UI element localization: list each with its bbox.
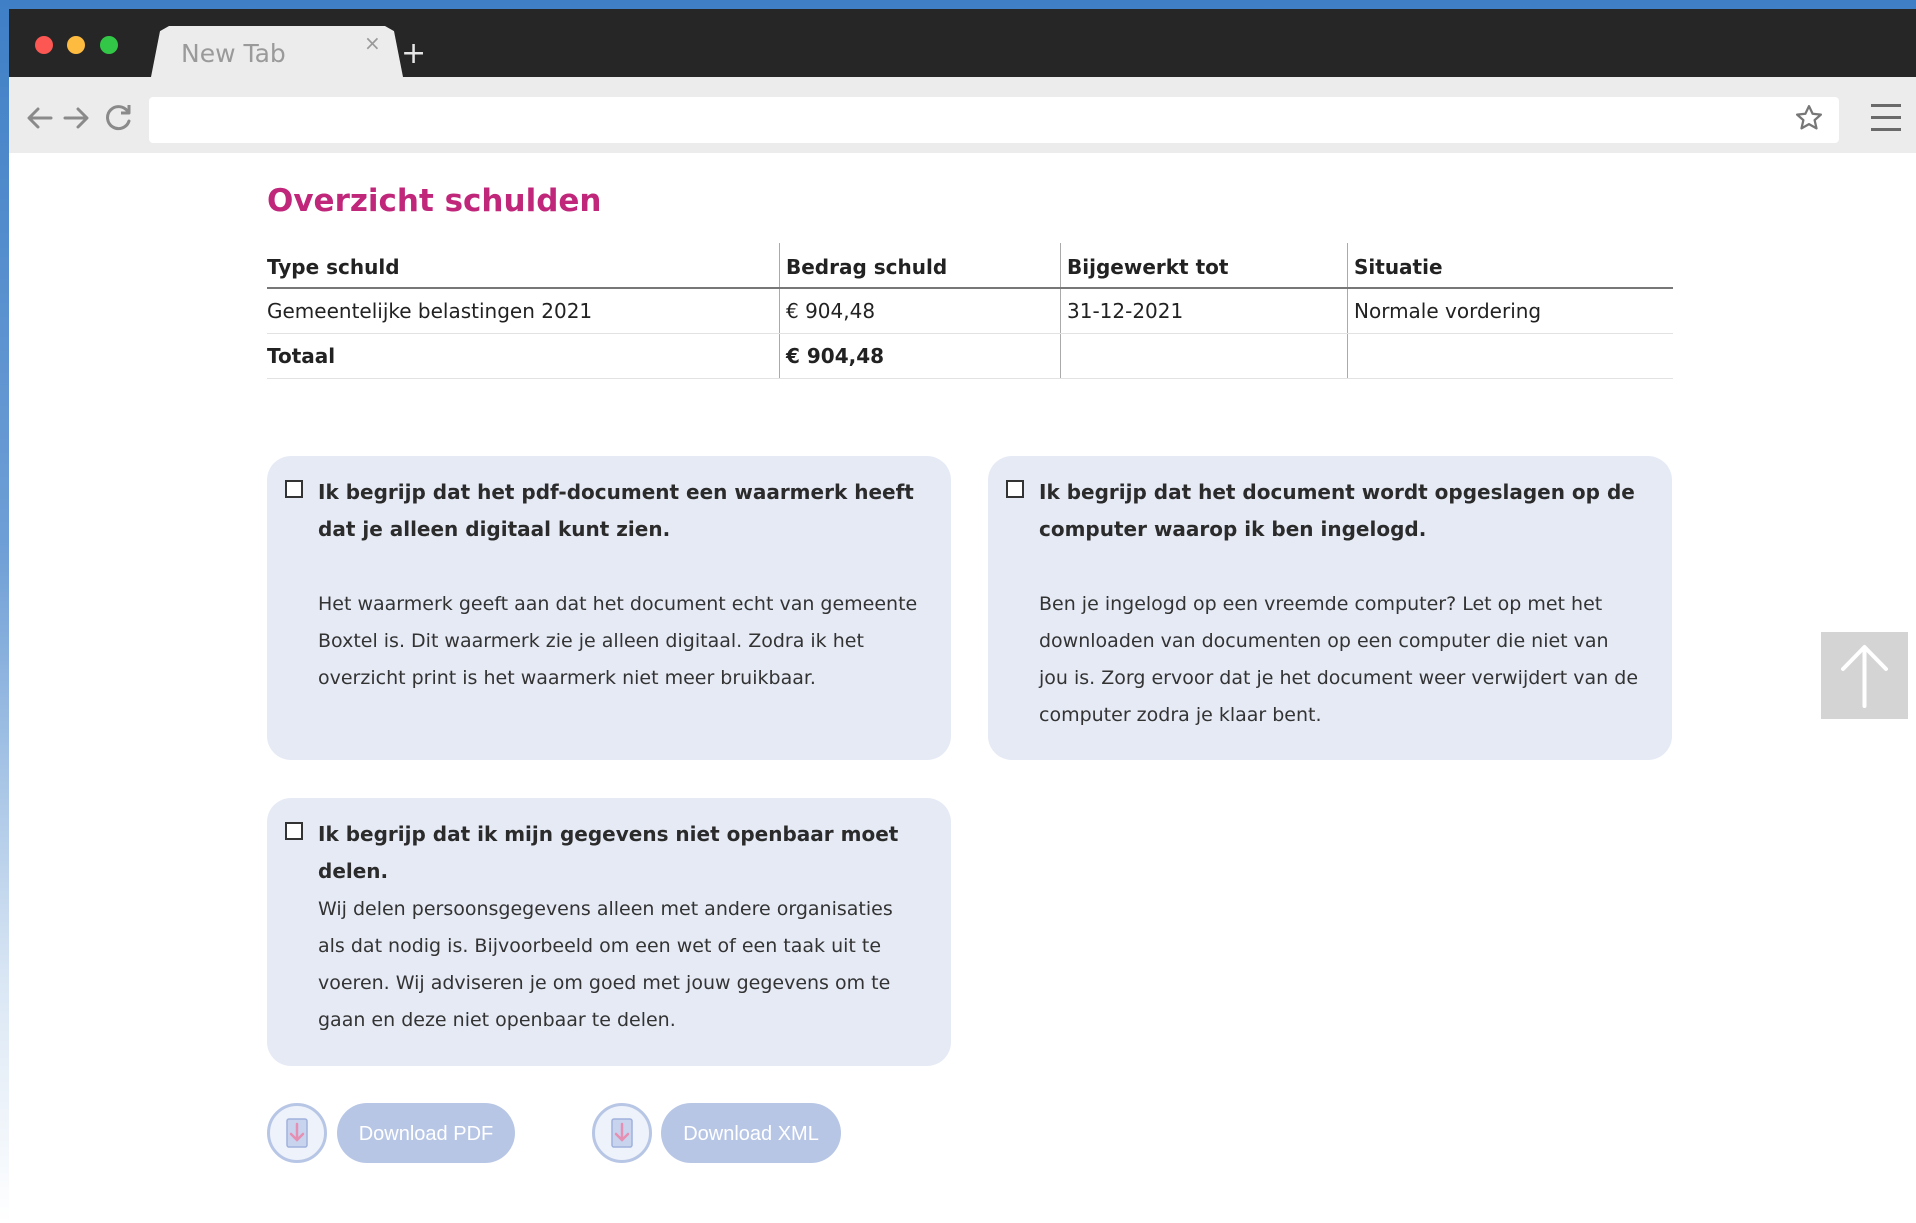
consent-checkbox-storage[interactable] xyxy=(1006,480,1024,498)
back-arrow-icon[interactable] xyxy=(23,101,57,135)
consent-heading: Ik begrijp dat het pdf-document een waar… xyxy=(318,480,914,541)
table-row: Gemeentelijke belastingen 2021 € 904,48 … xyxy=(267,288,1673,334)
consent-checkbox-watermark[interactable] xyxy=(285,480,303,498)
address-bar[interactable] xyxy=(149,97,1839,143)
download-pdf-button[interactable]: Download PDF xyxy=(337,1103,515,1163)
minimize-window-button[interactable] xyxy=(67,36,85,54)
consent-description: Wij delen persoonsgegevens alleen met an… xyxy=(318,898,893,1031)
close-window-button[interactable] xyxy=(35,36,53,54)
tab-close-icon[interactable]: × xyxy=(364,31,381,55)
consent-card-storage: Ik begrijp dat het document wordt opgesl… xyxy=(988,456,1672,760)
consent-card-privacy: Ik begrijp dat ik mijn gegevens niet ope… xyxy=(267,798,951,1066)
tab-bar: New Tab × + xyxy=(9,9,1916,77)
bookmark-star-icon[interactable] xyxy=(1794,103,1824,133)
maximize-window-button[interactable] xyxy=(100,36,118,54)
total-situation xyxy=(1347,333,1673,379)
total-label: Totaal xyxy=(267,333,780,379)
consent-heading: Ik begrijp dat het document wordt opgesl… xyxy=(1039,480,1635,541)
page-content: Overzicht schulden Type schuld Bedrag sc… xyxy=(9,153,1916,1223)
tab-title: New Tab xyxy=(181,39,286,68)
cell-updated: 31-12-2021 xyxy=(1060,288,1348,334)
col-header-updated: Bijgewerkt tot xyxy=(1060,243,1348,289)
scroll-to-top-button[interactable] xyxy=(1821,632,1908,719)
col-header-amount: Bedrag schuld xyxy=(779,243,1061,289)
total-amount: € 904,48 xyxy=(779,333,1061,379)
table-header-row: Type schuld Bedrag schuld Bijgewerkt tot… xyxy=(267,243,1673,289)
reload-icon[interactable] xyxy=(102,101,136,135)
total-updated xyxy=(1060,333,1348,379)
cell-situation: Normale vordering xyxy=(1347,288,1673,334)
cell-type: Gemeentelijke belastingen 2021 xyxy=(267,288,780,334)
consent-heading: Ik begrijp dat ik mijn gegevens niet ope… xyxy=(318,822,899,883)
download-xml-button[interactable]: Download XML xyxy=(661,1103,841,1163)
arrow-up-icon xyxy=(1841,645,1888,708)
consent-description: Ben je ingelogd op een vreemde computer?… xyxy=(1039,593,1639,726)
debts-table: Type schuld Bedrag schuld Bijgewerkt tot… xyxy=(267,243,1673,379)
download-pdf-document-icon xyxy=(267,1103,327,1163)
page-title: Overzicht schulden xyxy=(267,183,602,219)
col-header-situation: Situatie xyxy=(1347,243,1673,289)
consent-description: Het waarmerk geeft aan dat het document … xyxy=(318,593,918,689)
consent-card-watermark: Ik begrijp dat het pdf-document een waar… xyxy=(267,456,951,760)
forward-arrow-icon[interactable] xyxy=(59,101,93,135)
consent-checkbox-privacy[interactable] xyxy=(285,822,303,840)
new-tab-button[interactable]: + xyxy=(401,39,426,69)
download-xml-document-icon xyxy=(592,1103,652,1163)
total-row: Totaal € 904,48 xyxy=(267,333,1673,379)
browser-window: New Tab × + Overzicht schulden Type schu… xyxy=(9,9,1916,1223)
col-header-type: Type schuld xyxy=(267,243,780,289)
cell-amount: € 904,48 xyxy=(779,288,1061,334)
browser-menu-icon[interactable] xyxy=(1871,104,1901,140)
